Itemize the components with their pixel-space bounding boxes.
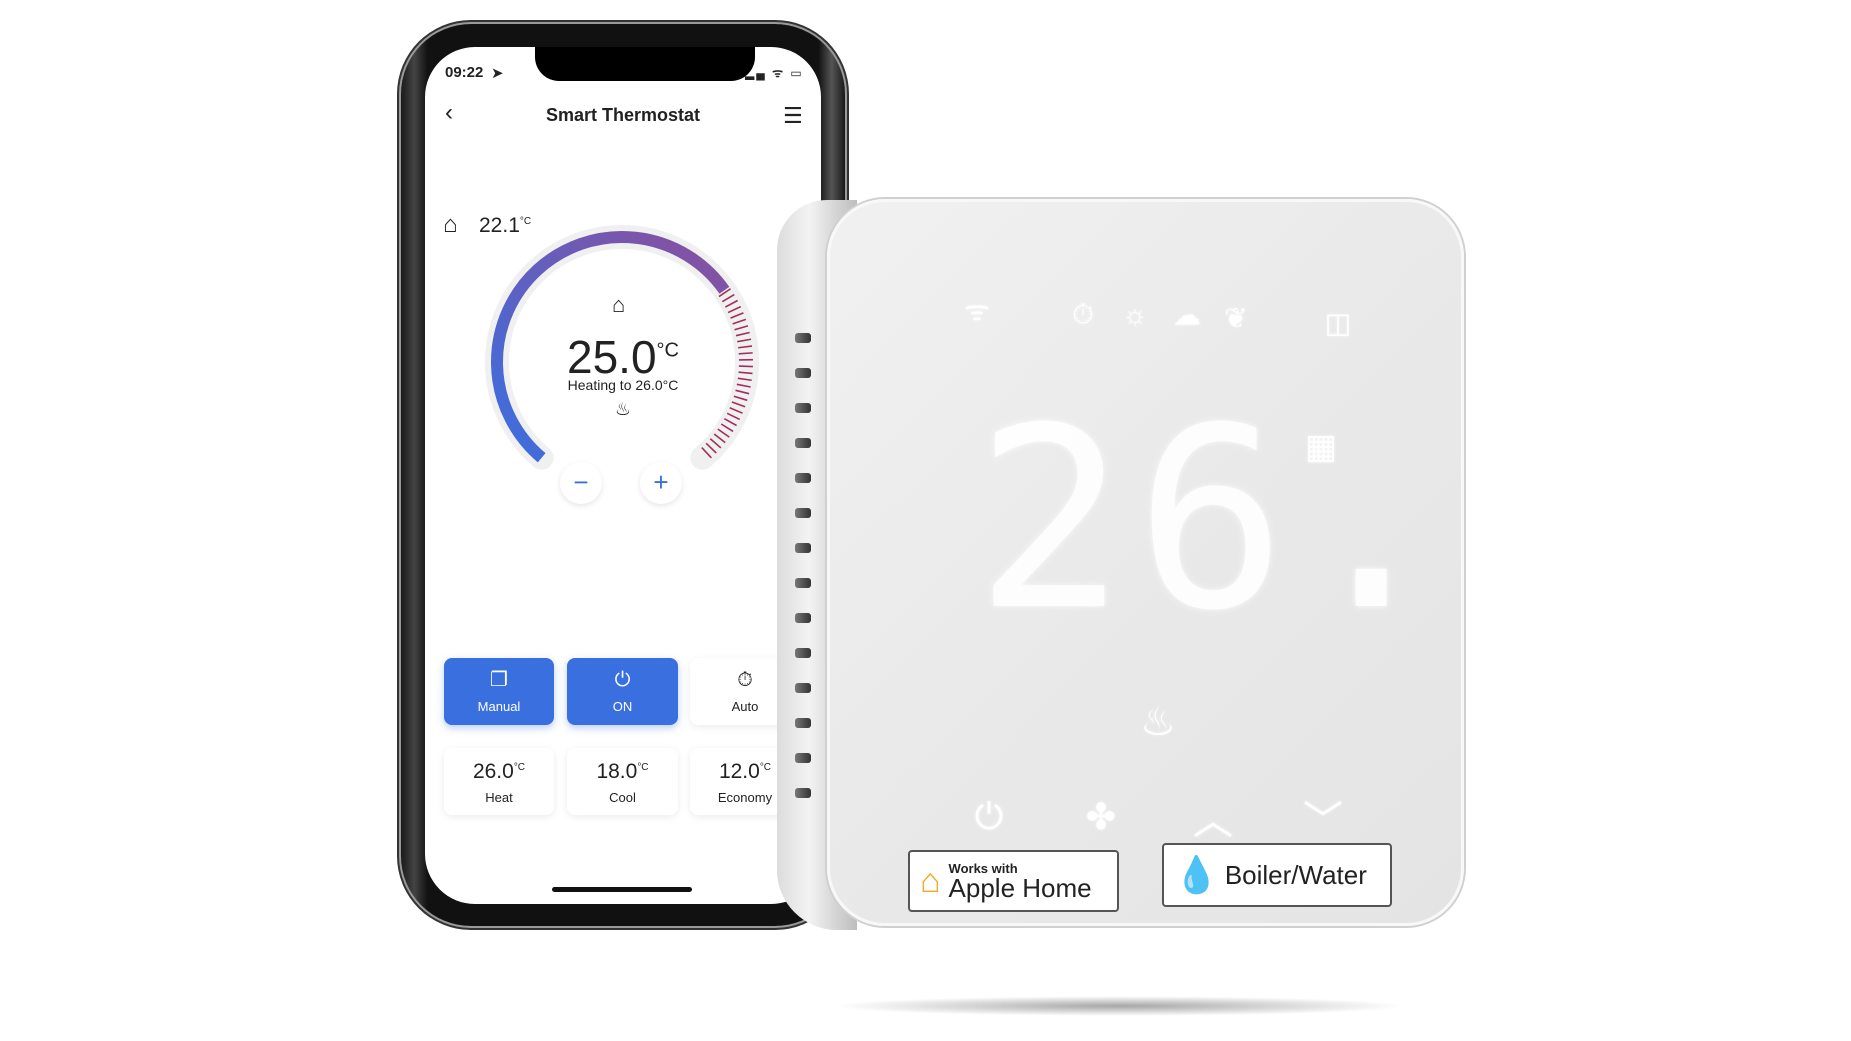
- vent-slot: [795, 648, 811, 658]
- preset-cool[interactable]: 18.0°C Cool: [567, 748, 678, 815]
- vent-slot: [795, 333, 811, 343]
- vent-slot: [795, 543, 811, 553]
- power-button[interactable]: ⏻: [975, 796, 1003, 839]
- vent-slot: [795, 368, 811, 378]
- notch: [535, 47, 755, 81]
- increase-button[interactable]: +: [640, 462, 682, 504]
- thermostat-display: 26.5: [975, 374, 1618, 665]
- window-icon: ◫: [1324, 307, 1352, 339]
- fan-button[interactable]: ✤: [1086, 796, 1116, 838]
- vent-slot: [795, 788, 811, 798]
- up-button[interactable]: ︿: [1193, 788, 1233, 846]
- heat-icon: ♨: [1140, 700, 1176, 744]
- cloud-icon: ☁: [1173, 299, 1201, 331]
- apple-home-badge: ⌂ Works with Apple Home: [908, 850, 1119, 912]
- vent-slot: [795, 438, 811, 448]
- vent-slot: [795, 613, 811, 623]
- vent-slot: [795, 403, 811, 413]
- manual-icon: ❐: [490, 669, 508, 691]
- mode-on-button[interactable]: ⏻ ON: [567, 658, 678, 725]
- status-time: 09:22: [445, 64, 484, 81]
- vent-slot: [795, 473, 811, 483]
- vent-slot: [795, 753, 811, 763]
- water-drop-icon: 💧: [1174, 854, 1219, 895]
- decrease-button[interactable]: −: [560, 462, 602, 504]
- degree-icon: ▦: [1304, 428, 1338, 466]
- power-icon: ⏻: [614, 669, 631, 691]
- vent-slot: [795, 683, 811, 693]
- heat-icon: ♨: [614, 399, 632, 419]
- current-temp: 25.0°C: [567, 331, 679, 383]
- vent-slot: [795, 578, 811, 588]
- vent-slot: [795, 718, 811, 728]
- boiler-water-badge: 💧 Boiler/Water: [1162, 843, 1392, 907]
- location-arrow-icon: ➤: [491, 65, 504, 82]
- home-indicator: [552, 887, 692, 892]
- home-icon: ⌂: [612, 292, 626, 317]
- house-tree-icon: ⌂: [443, 211, 458, 238]
- preset-heat[interactable]: 26.0°C Heat: [444, 748, 554, 815]
- floor-shadow: [831, 996, 1407, 1016]
- leaf-icon: ❦: [1224, 302, 1248, 334]
- wifi-icon: ᯤ: [964, 295, 990, 326]
- home-icon: ⌂: [920, 861, 941, 900]
- mode-manual-button[interactable]: ❐ Manual: [444, 658, 554, 725]
- timer-icon: ⏱: [1072, 298, 1094, 330]
- page-title: Smart Thermostat: [545, 105, 701, 125]
- heating-status: Heating to 26.0°C: [567, 377, 679, 393]
- down-button[interactable]: ﹀: [1303, 788, 1343, 846]
- hamburger-menu-icon[interactable]: ☰: [783, 103, 803, 129]
- signal-wifi-battery-icons: ▂▄ ᯤ ▭: [745, 66, 804, 80]
- vent-slot: [795, 508, 811, 518]
- sun-icon: ☼: [1122, 299, 1148, 330]
- phone-screen: 09:22 ➤ ▂▄ ᯤ ▭ ‹ Smart Thermostat ☰ ⌂ 22…: [425, 47, 821, 904]
